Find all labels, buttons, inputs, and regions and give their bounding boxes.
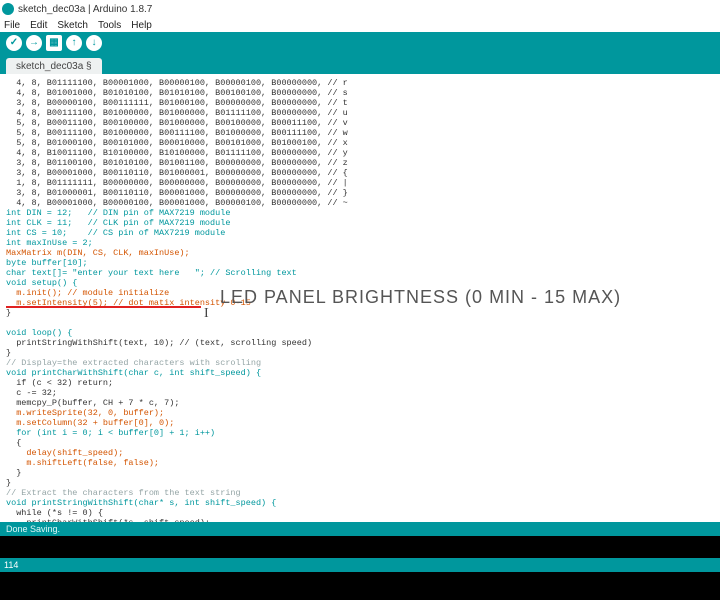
code-line: int DIN = 12; // DIN pin of MAX7219 modu… xyxy=(6,208,230,218)
menubar: File Edit Sketch Tools Help xyxy=(0,18,720,32)
code-line: } xyxy=(6,468,21,478)
menu-edit[interactable]: Edit xyxy=(30,20,47,31)
code-line: 4, 8, B00111100, B01000000, B01000000, B… xyxy=(6,108,348,118)
underline-annotation xyxy=(6,305,201,308)
code-line: for (int i = 0; i < buffer[0] + 1; i++) xyxy=(6,428,215,438)
code-line: 4, 8, B00001000, B00000100, B00001000, B… xyxy=(6,198,348,208)
code-line: int CLK = 11; // CLK pin of MAX7219 modu… xyxy=(6,218,230,228)
code-line: if (c < 32) return; xyxy=(6,378,113,388)
code-line: printStringWithShift(text, 10); // (text… xyxy=(6,338,312,348)
code-line: byte buffer[10]; xyxy=(6,258,88,268)
code-line: 3, 8, B00000100, B00111111, B01000100, B… xyxy=(6,98,348,108)
code-line: void loop() { xyxy=(6,328,72,338)
code-line: int CS = 10; // CS pin of MAX7219 module xyxy=(6,228,225,238)
code-line: 5, 8, B00111100, B01000000, B00111100, B… xyxy=(6,128,348,138)
tabbar: sketch_dec03a § xyxy=(0,54,720,74)
code-line: m.setColumn(32 + buffer[0], 0); xyxy=(6,418,174,428)
text-cursor-icon: I xyxy=(204,309,209,319)
menu-tools[interactable]: Tools xyxy=(98,20,121,31)
upload-button[interactable]: → xyxy=(26,35,42,51)
verify-button[interactable]: ✓ xyxy=(6,35,22,51)
code-line: while (*s != 0) { xyxy=(6,508,103,518)
save-button[interactable]: ↓ xyxy=(86,35,102,51)
code-line: } xyxy=(6,348,11,358)
window-title: sketch_dec03a | Arduino 1.8.7 xyxy=(18,4,152,15)
code-line: printCharWithShift(*s, shift_speed); xyxy=(6,518,210,522)
black-border xyxy=(0,572,720,600)
code-line: 5, 8, B00011100, B00100000, B01000000, B… xyxy=(6,118,348,128)
status-bar: Done Saving. xyxy=(0,522,720,536)
code-line: void printCharWithShift(char c, int shif… xyxy=(6,368,261,378)
code-line: m.shiftLeft(false, false); xyxy=(6,458,159,468)
open-button[interactable]: ↑ xyxy=(66,35,82,51)
code-line: memcpy_P(buffer, CH + 7 * c, 7); xyxy=(6,398,179,408)
menu-sketch[interactable]: Sketch xyxy=(57,20,88,31)
code-line: MaxMatrix m(DIN, CS, CLK, maxInUse); xyxy=(6,248,190,258)
code-line: m.writeSprite(32, 0, buffer); xyxy=(6,408,164,418)
code-line: // Display=the extracted characters with… xyxy=(6,358,261,368)
code-line: void setup() { xyxy=(6,278,77,288)
code-line: m.init(); // module initialize xyxy=(6,288,169,298)
arduino-icon xyxy=(2,3,14,15)
code-line: 4, 8, B01001000, B01010100, B01010100, B… xyxy=(6,88,348,98)
code-line: 4, 8, B10011100, B10100000, B10100000, B… xyxy=(6,148,348,158)
code-line: 1, 8, B01111111, B00000000, B00000000, B… xyxy=(6,178,348,188)
new-button[interactable]: ▦ xyxy=(46,35,62,51)
console-output[interactable] xyxy=(0,536,720,558)
menu-file[interactable]: File xyxy=(4,20,20,31)
code-line: 3, 8, B01000001, B00110110, B00001000, B… xyxy=(6,188,348,198)
titlebar: sketch_dec03a | Arduino 1.8.7 xyxy=(0,0,720,18)
code-line: 3, 8, B01100100, B01010100, B01001100, B… xyxy=(6,158,348,168)
overlay-annotation: LED PANEL BRIGHTNESS (0 MIN - 15 MAX) xyxy=(220,292,621,302)
sketch-tab[interactable]: sketch_dec03a § xyxy=(6,58,102,74)
code-line: { xyxy=(6,438,21,448)
code-line: int maxInUse = 2; xyxy=(6,238,93,248)
code-line: void printStringWithShift(char* s, int s… xyxy=(6,498,276,508)
code-line: c -= 32; xyxy=(6,388,57,398)
toolbar: ✓ → ▦ ↑ ↓ xyxy=(0,32,720,54)
footer-bar: 114 xyxy=(0,558,720,572)
code-line: } xyxy=(6,478,11,488)
code-line: delay(shift_speed); xyxy=(6,448,123,458)
menu-help[interactable]: Help xyxy=(131,20,152,31)
code-line: 4, 8, B01111100, B00001000, B00000100, B… xyxy=(6,78,348,88)
code-line: 5, 8, B01000100, B00101000, B00010000, B… xyxy=(6,138,348,148)
code-line: 3, 8, B00001000, B00110110, B01000001, B… xyxy=(6,168,348,178)
code-line: // Extract the characters from the text … xyxy=(6,488,241,498)
code-editor[interactable]: 4, 8, B01111100, B00001000, B00000100, B… xyxy=(0,74,720,522)
code-line: char text[]= "enter your text here "; //… xyxy=(6,268,297,278)
code-line: } xyxy=(6,308,11,318)
arduino-ide-window: sketch_dec03a | Arduino 1.8.7 File Edit … xyxy=(0,0,720,572)
